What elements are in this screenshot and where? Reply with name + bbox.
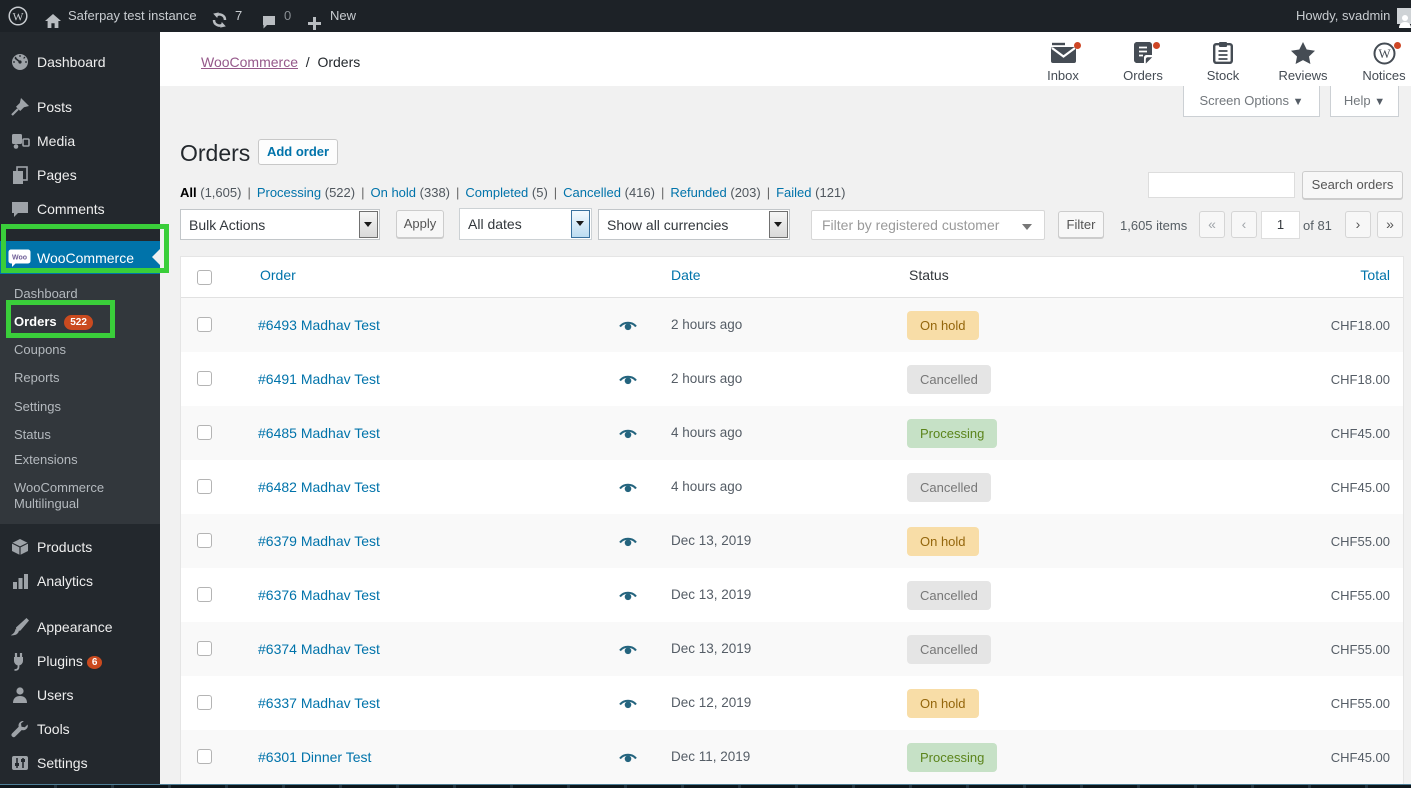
svg-text:W: W — [1378, 46, 1391, 61]
svg-text:W: W — [13, 11, 24, 23]
